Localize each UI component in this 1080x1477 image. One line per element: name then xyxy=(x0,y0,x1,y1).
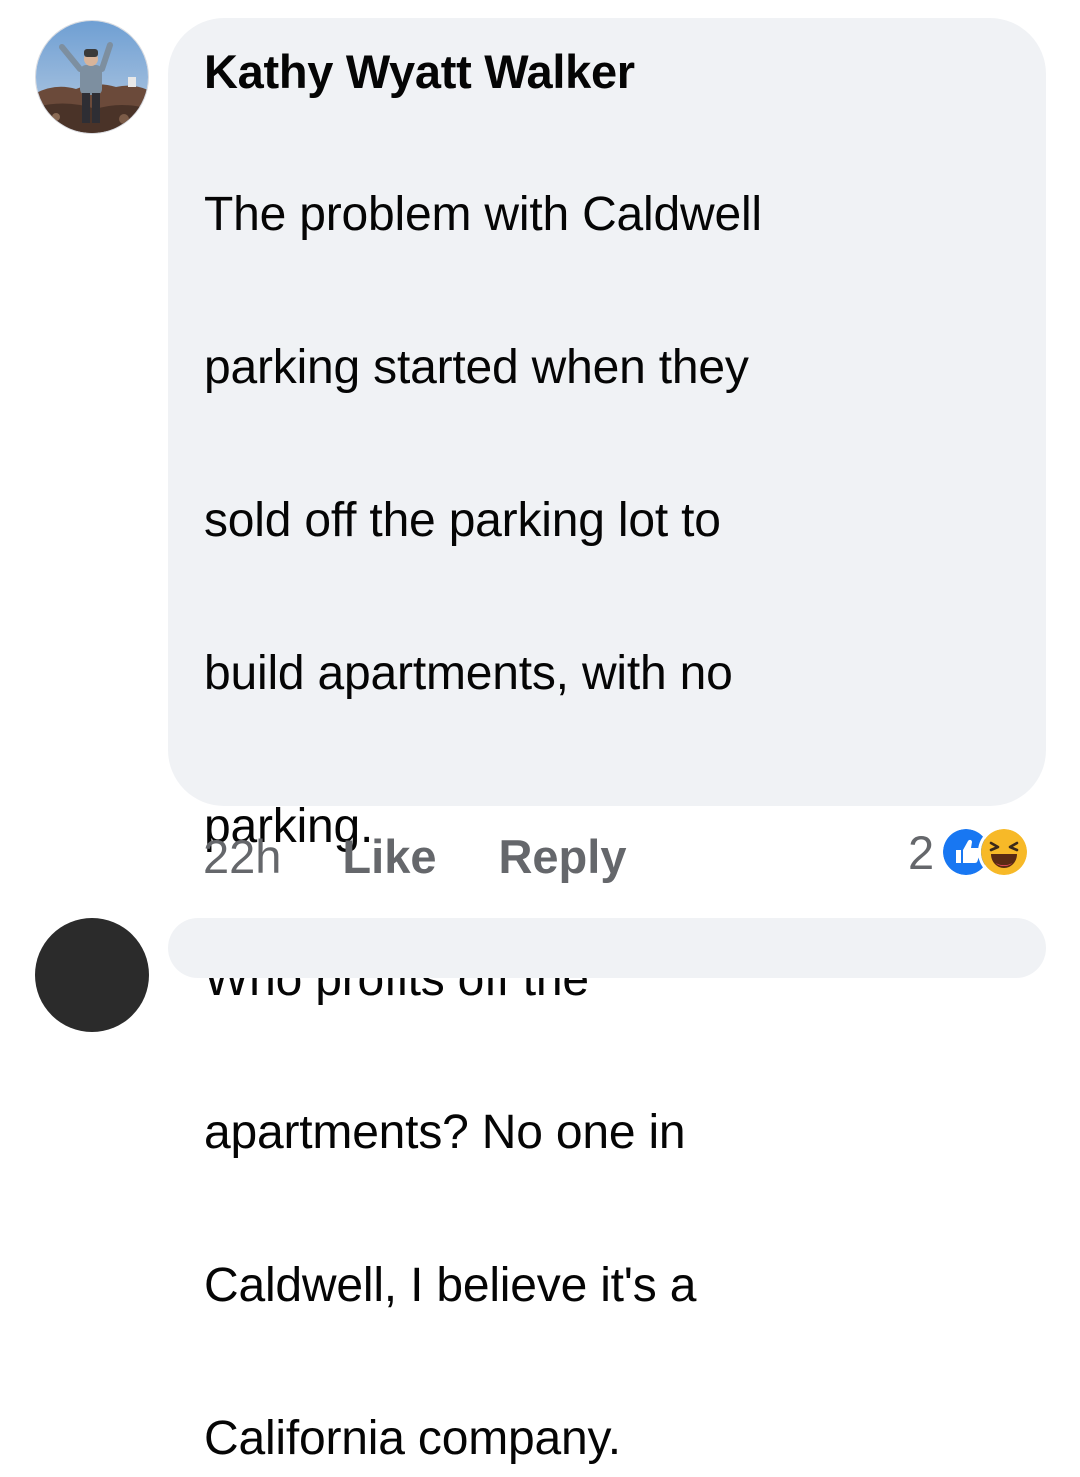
comment-text-line: The problem with Caldwell xyxy=(204,187,762,241)
comment: Kathy Wyatt Walker The problem with Cald… xyxy=(0,0,1080,1465)
next-comment-avatar[interactable] xyxy=(35,918,149,1032)
comment-text-line: apartments? No one in xyxy=(204,1105,686,1159)
comment-author[interactable]: Kathy Wyatt Walker xyxy=(204,44,1010,100)
reaction-count: 2 xyxy=(908,825,935,879)
comment-text: The problem with Caldwell parking starte… xyxy=(204,100,1010,1477)
avatar-photo xyxy=(36,21,148,133)
haha-icon xyxy=(978,826,1031,878)
comment-actions: 22h Like Reply xyxy=(203,826,626,886)
like-button[interactable]: Like xyxy=(342,829,436,884)
comment-timestamp[interactable]: 22h xyxy=(203,829,281,884)
comment-text-line: sold off the parking lot to xyxy=(204,493,721,547)
comment-bubble: Kathy Wyatt Walker The problem with Cald… xyxy=(168,18,1046,1465)
comment-text-line: Caldwell, I believe it's a xyxy=(204,1258,697,1312)
next-comment-bubble xyxy=(168,918,1046,978)
comment-text-line: California company. xyxy=(204,1411,621,1465)
reactions-summary[interactable]: 2 xyxy=(908,822,1031,882)
author-avatar[interactable] xyxy=(35,20,149,134)
comment-text-line: parking started when they xyxy=(204,340,749,394)
comment-text-line: build apartments, with no xyxy=(204,646,733,700)
reply-button[interactable]: Reply xyxy=(498,829,626,884)
